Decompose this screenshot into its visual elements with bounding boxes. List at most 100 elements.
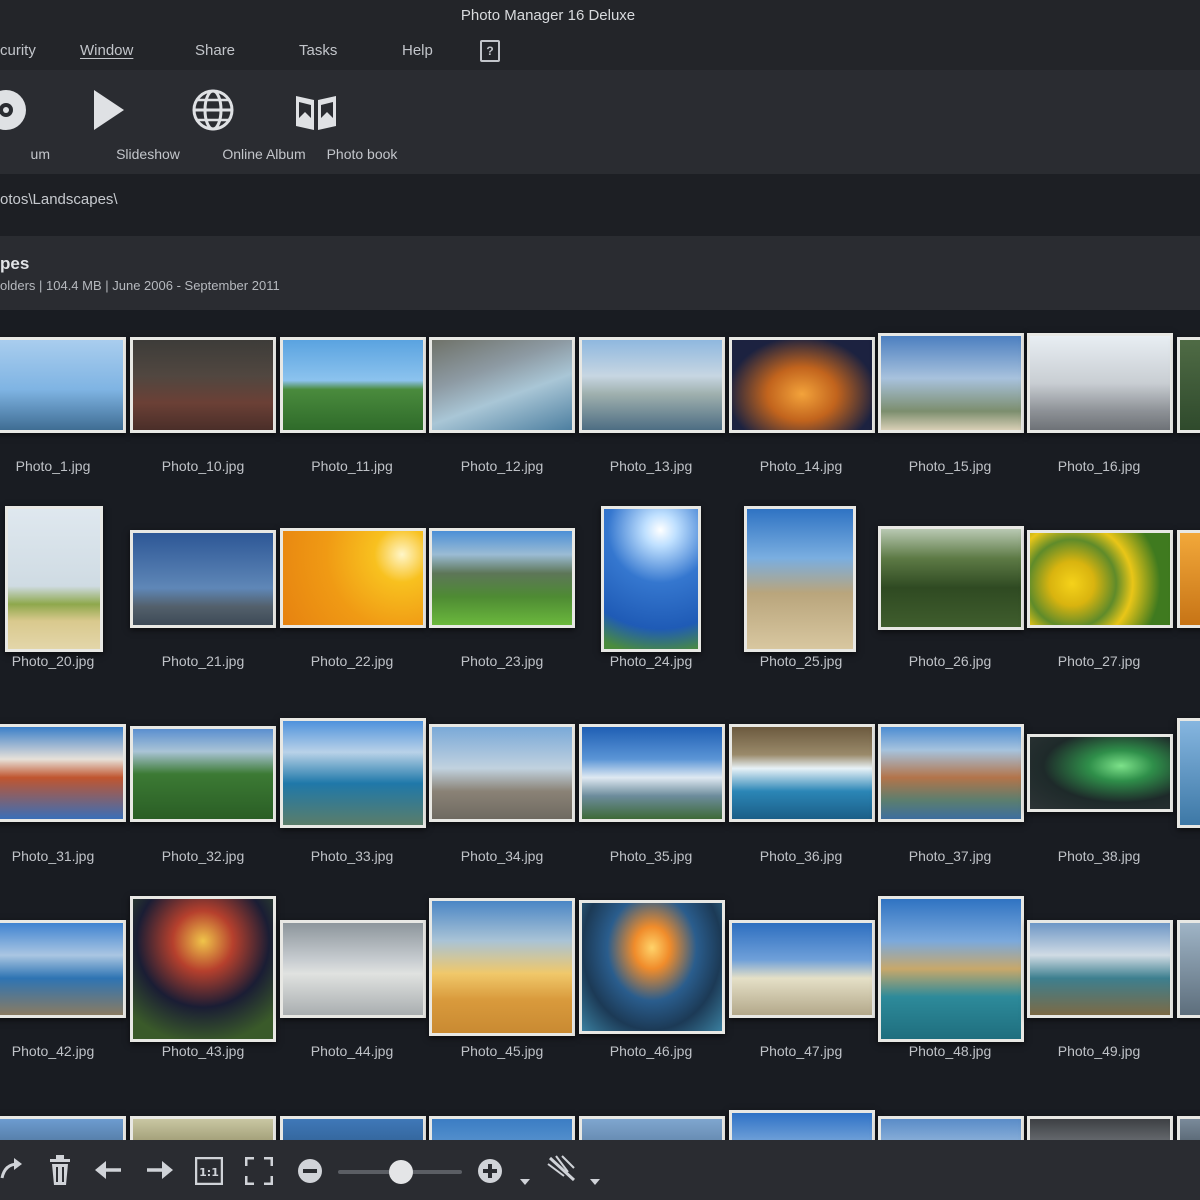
photo-thumbnail[interactable] [130, 1116, 276, 1140]
photo-caption: Photo_49.jpg [1057, 1043, 1141, 1059]
photo-caption: Photo_20.jpg [11, 653, 95, 669]
toolbar-slideshow-button[interactable]: Slideshow [68, 70, 180, 174]
folder-path[interactable]: otos\Landscapes\ [0, 191, 118, 208]
photo-caption: Photo_14.jpg [759, 458, 843, 474]
photo-thumbnail[interactable] [429, 528, 575, 628]
photo-thumbnail[interactable] [601, 506, 701, 652]
photo-thumbnail[interactable] [280, 337, 426, 433]
bottom-toolbar: 1:1 [0, 1140, 1200, 1200]
photo-caption: Photo_43.jpg [161, 1043, 245, 1059]
photo-grid[interactable]: Photo_1.jpg Photo_10.jpg Photo_11.jpg Ph… [0, 310, 1200, 1140]
toolbar-online-album-button[interactable]: Online Album [162, 70, 306, 174]
menu-window[interactable]: Window [80, 42, 133, 59]
photo-thumbnail[interactable] [1177, 1116, 1200, 1140]
zoom-in-icon[interactable] [477, 1158, 503, 1184]
photo-caption: Photo_42.jpg [11, 1043, 95, 1059]
photo-caption: Photo_35.jpg [609, 848, 693, 864]
photo-caption: Photo_33.jpg [310, 848, 394, 864]
magic-wand-icon[interactable] [546, 1154, 578, 1184]
photo-thumbnail[interactable] [1027, 1116, 1173, 1140]
photo-caption: Photo_11.jpg [311, 458, 393, 474]
photo-caption: Photo_37.jpg [908, 848, 992, 864]
zoom-out-icon[interactable] [297, 1158, 323, 1184]
photo-thumbnail[interactable] [744, 506, 856, 652]
arrow-left-icon[interactable] [95, 1158, 123, 1182]
photo-thumbnail[interactable] [429, 898, 575, 1036]
photo-thumbnail[interactable] [1027, 734, 1173, 812]
photo-thumbnail[interactable] [280, 528, 426, 628]
toolbar: um Slideshow Online Album Photo book [0, 70, 1200, 174]
photo-thumbnail[interactable] [579, 724, 725, 822]
photo-thumbnail[interactable] [579, 900, 725, 1034]
menu-security[interactable]: curity [0, 42, 36, 59]
menu-help[interactable]: Help [402, 42, 433, 59]
zoom-slider-knob[interactable] [389, 1160, 413, 1184]
photo-caption: Photo_44.jpg [310, 1043, 394, 1059]
photo-thumbnail[interactable] [729, 1110, 875, 1140]
path-bar: otos\Landscapes\ [0, 174, 1200, 236]
photo-thumbnail[interactable] [0, 337, 126, 433]
photo-thumbnail[interactable] [130, 726, 276, 822]
menu-tasks[interactable]: Tasks [299, 42, 337, 59]
photo-thumbnail[interactable] [280, 718, 426, 828]
album-title: pes [0, 254, 30, 273]
photo-thumbnail[interactable] [1177, 530, 1200, 628]
photo-thumbnail[interactable] [5, 506, 103, 652]
photo-caption: Photo_21.jpg [161, 653, 245, 669]
photo-caption: Photo_46.jpg [609, 1043, 693, 1059]
toolbar-photo-book-label: Photo book [326, 146, 398, 162]
photo-thumbnail[interactable] [1177, 920, 1200, 1018]
actual-size-icon[interactable]: 1:1 [195, 1157, 223, 1185]
photo-thumbnail[interactable] [579, 337, 725, 433]
photo-thumbnail[interactable] [579, 1116, 725, 1140]
book-icon [296, 96, 336, 130]
photo-caption: Photo_23.jpg [460, 653, 544, 669]
photo-thumbnail[interactable] [429, 724, 575, 822]
globe-icon [192, 89, 234, 131]
photo-thumbnail[interactable] [729, 337, 875, 433]
photo-thumbnail[interactable] [878, 333, 1024, 433]
photo-thumbnail[interactable] [130, 337, 276, 433]
photo-thumbnail[interactable] [1027, 920, 1173, 1018]
photo-caption: Photo_12.jpg [460, 458, 544, 474]
trash-icon[interactable] [48, 1154, 72, 1186]
photo-caption: Photo_27.jpg [1057, 653, 1141, 669]
photo-caption: Photo_22.jpg [310, 653, 394, 669]
redo-icon[interactable] [0, 1154, 24, 1184]
photo-thumbnail[interactable] [429, 337, 575, 433]
photo-thumbnail[interactable] [878, 1116, 1024, 1140]
toolbar-album-button[interactable]: um [0, 70, 50, 174]
photo-caption: Photo_13.jpg [609, 458, 693, 474]
photo-thumbnail[interactable] [1177, 337, 1200, 433]
menu-share[interactable]: Share [195, 42, 235, 59]
photo-thumbnail[interactable] [0, 724, 126, 822]
photo-thumbnail[interactable] [1027, 530, 1173, 628]
menu-bar: curity Window Share Tasks Help [0, 30, 1200, 70]
photo-thumbnail[interactable] [878, 724, 1024, 822]
toolbar-photo-book-button[interactable]: Photo book [270, 70, 397, 174]
photo-thumbnail[interactable] [0, 1116, 126, 1140]
help-icon[interactable]: ? [480, 40, 500, 62]
arrow-right-icon[interactable] [145, 1158, 173, 1182]
photo-thumbnail[interactable] [280, 1116, 426, 1140]
chevron-down-icon[interactable] [519, 1178, 531, 1186]
photo-thumbnail[interactable] [130, 896, 276, 1042]
photo-thumbnail[interactable] [0, 920, 126, 1018]
photo-thumbnail[interactable] [1027, 333, 1173, 433]
photo-thumbnail[interactable] [729, 920, 875, 1018]
photo-thumbnail[interactable] [878, 896, 1024, 1042]
photo-thumbnail[interactable] [878, 526, 1024, 630]
photo-caption: Photo_1.jpg [15, 458, 91, 474]
photo-thumbnail[interactable] [429, 1116, 575, 1140]
fullscreen-icon[interactable] [245, 1157, 273, 1185]
disc-icon [0, 90, 26, 130]
photo-thumbnail[interactable] [130, 530, 276, 628]
photo-thumbnail[interactable] [729, 724, 875, 822]
album-info: olders | 104.4 MB | June 2006 - Septembe… [0, 278, 280, 293]
svg-text:1:1: 1:1 [199, 1166, 219, 1179]
photo-thumbnail[interactable] [1177, 718, 1200, 828]
chevron-down-icon[interactable] [589, 1178, 601, 1186]
photo-thumbnail[interactable] [280, 920, 426, 1018]
photo-caption: Photo_26.jpg [908, 653, 992, 669]
photo-caption: Photo_10.jpg [161, 458, 245, 474]
